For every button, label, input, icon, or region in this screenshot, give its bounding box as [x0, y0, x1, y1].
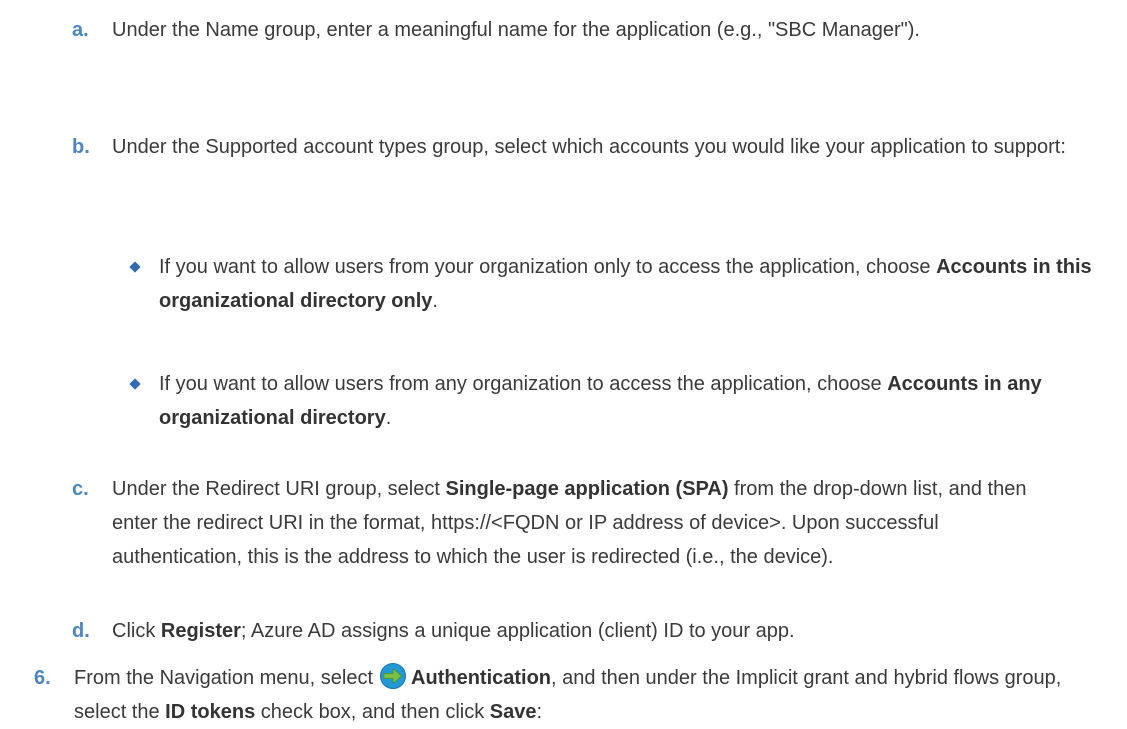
bullet-1-text: If you want to allow users from your org…: [159, 250, 1099, 318]
step-6-t1: From the Navigation menu, select: [74, 667, 374, 689]
bullet-2-post: .: [385, 407, 392, 429]
step-d-post: ; Azure AD assigns a unique application …: [240, 620, 795, 642]
step-c-text: Under the Redirect URI group, select Sin…: [112, 472, 1042, 574]
authentication-arrow-icon: [379, 662, 407, 690]
step-6-b1: Authentication: [411, 667, 552, 689]
step-d-label: d.: [72, 620, 90, 642]
bullet-diamond-icon: [129, 261, 141, 273]
bullet-1-post: .: [432, 290, 438, 312]
step-c-label: c.: [72, 478, 89, 500]
step-a-text: Under the Name group, enter a meaningful…: [112, 19, 920, 41]
step-c-bold: Single-page application (SPA): [445, 478, 729, 500]
step-d-text: Click Register; Azure AD assigns a uniqu…: [112, 614, 1042, 648]
step-6-label: 6.: [34, 667, 51, 689]
step-a-label: a.: [72, 19, 89, 41]
bullet-2-text: If you want to allow users from any orga…: [159, 367, 1099, 435]
bullet-diamond-icon: [129, 378, 141, 390]
bullet-1-pre: If you want to allow users from your org…: [159, 256, 937, 278]
step-b-label: b.: [72, 136, 90, 158]
bullet-2-pre: If you want to allow users from any orga…: [159, 373, 888, 395]
step-c-pre: Under the Redirect URI group, select: [112, 478, 446, 500]
step-d-pre: Click: [112, 620, 161, 642]
step-6-text: From the Navigation menu, select Authenti…: [74, 661, 1094, 729]
step-b-text: Under the Supported account types group,…: [112, 136, 1066, 158]
step-d-bold: Register: [160, 620, 241, 642]
